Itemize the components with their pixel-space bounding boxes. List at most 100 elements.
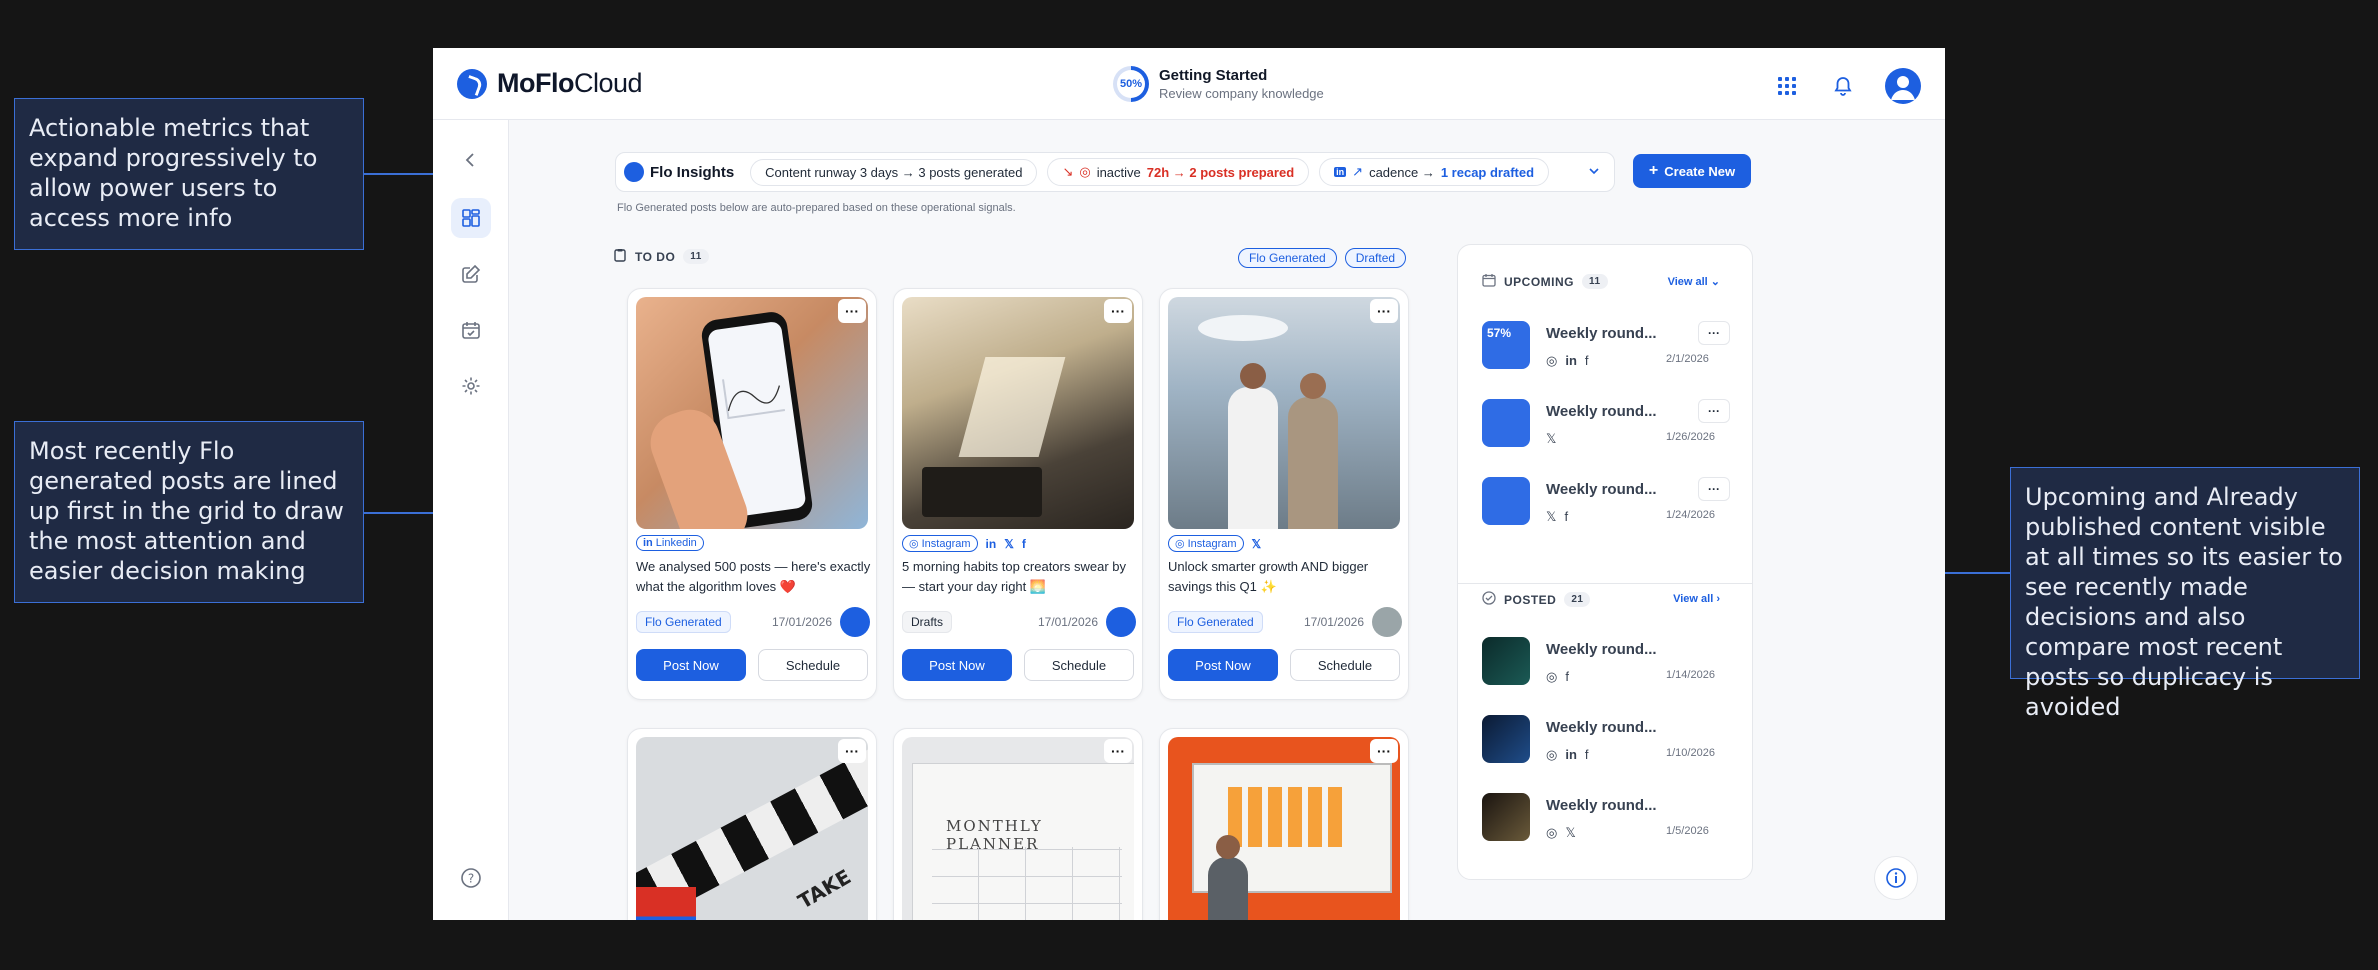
brand-name: MoFloCloud — [497, 68, 643, 98]
create-new-button[interactable]: + Create New — [1633, 154, 1751, 188]
chevron-down-icon[interactable] — [1588, 165, 1600, 180]
card-caption: We analysed 500 posts — here's exactly w… — [636, 559, 871, 594]
insight-chip-cadence[interactable]: in ↗ cadence → 1 recap drafted — [1319, 158, 1550, 186]
getting-started-progress[interactable]: 50% Getting Started Review company knowl… — [1113, 66, 1324, 102]
card-more-button[interactable]: ··· — [1370, 299, 1398, 323]
posted-item[interactable]: Weekly round... ◎ in f 1/10/2026 — [1482, 715, 1734, 775]
upcoming-view-all[interactable]: View all ⌄ — [1668, 275, 1720, 288]
post-card[interactable]: MONTHLY PLANNER ··· — [893, 728, 1143, 920]
filter-tags: Flo Generated Drafted — [1238, 248, 1407, 268]
upcoming-title: Weekly round... — [1546, 481, 1657, 498]
post-image-clapperboard: TAKE — [636, 737, 868, 920]
linkedin-icon: in — [1565, 353, 1577, 368]
posted-item[interactable]: Weekly round... ◎ f 1/14/2026 — [1482, 637, 1734, 697]
facebook-icon: f — [1584, 353, 1589, 368]
linkedin-icon: in — [643, 537, 653, 549]
panel-divider — [1458, 583, 1752, 584]
post-card[interactable]: ··· ◎ Instagram in 𝕏 f 5 morning habits t… — [893, 288, 1143, 700]
instagram-icon: ◎ — [1546, 669, 1558, 684]
help-icon[interactable]: ? — [451, 858, 491, 898]
upcoming-item[interactable]: 57% Weekly round... ◎ in f 2/1/2026 ··· — [1482, 321, 1734, 381]
info-icon[interactable] — [1874, 856, 1918, 900]
gear-icon[interactable] — [451, 366, 491, 406]
logo[interactable]: MoFloCloud — [457, 68, 643, 99]
upcoming-item[interactable]: Weekly round... 𝕏f 1/24/2026 ··· — [1482, 477, 1734, 537]
schedule-button[interactable]: Schedule — [758, 649, 868, 681]
posted-date: 1/5/2026 — [1666, 825, 1709, 837]
status-badge: Flo Generated — [636, 611, 731, 633]
card-actions: Post Now Schedule — [902, 649, 1134, 681]
plus-icon: + — [1648, 162, 1659, 179]
grid-icon[interactable] — [1773, 72, 1801, 100]
avatar — [840, 607, 870, 637]
card-meta: Flo Generated 17/01/2026 — [636, 607, 870, 637]
flo-logo-icon — [624, 162, 644, 182]
flo-insights-title: Flo Insights — [624, 162, 734, 182]
bell-icon[interactable] — [1829, 72, 1857, 100]
card-date: 17/01/2026 — [771, 615, 832, 629]
schedule-button[interactable]: Schedule — [1024, 649, 1134, 681]
posted-date: 1/10/2026 — [1666, 747, 1715, 759]
x-icon: 𝕏 — [1004, 536, 1014, 551]
upcoming-count: 11 — [1582, 274, 1608, 289]
posted-platforms: ◎ f — [1546, 669, 1569, 685]
insights-note: Flo Generated posts below are auto-prepa… — [617, 202, 1016, 214]
card-more-button[interactable]: ··· — [1104, 739, 1132, 763]
insight-chip-runway[interactable]: Content runway 3 days → 3 posts generate… — [750, 158, 1038, 186]
platform-chip-instagram: ◎ Instagram — [1168, 535, 1244, 552]
posted-item[interactable]: Weekly round... ◎ 𝕏 1/5/2026 — [1482, 793, 1734, 853]
post-card[interactable]: TAKE ··· — [627, 728, 877, 920]
card-more-button[interactable]: ··· — [838, 739, 866, 763]
user-avatar-icon[interactable] — [1885, 68, 1921, 104]
flo-insights-bar[interactable]: Flo Insights Content runway 3 days → 3 p… — [615, 152, 1615, 192]
card-more-button[interactable]: ··· — [1104, 299, 1132, 323]
filter-drafted[interactable]: Drafted — [1344, 248, 1407, 268]
annotation-metrics: Actionable metrics that expand progressi… — [14, 98, 364, 250]
insight-chip-inactive[interactable]: ↘ ◎ inactive 72h → 2 posts prepared — [1047, 158, 1310, 186]
card-caption: 5 morning habits top creators swear by —… — [902, 559, 1126, 594]
filter-flo-generated[interactable]: Flo Generated — [1238, 248, 1337, 268]
avatar — [1372, 607, 1402, 637]
schedule-button[interactable]: Schedule — [1290, 649, 1400, 681]
card-more-button[interactable]: ··· — [1370, 739, 1398, 763]
card-actions: Post Now Schedule — [636, 649, 868, 681]
linkedin-icon: in — [985, 536, 997, 551]
thumbnail-stat: 57% — [1487, 326, 1512, 340]
posted-title: Weekly round... — [1546, 641, 1657, 658]
card-more-button[interactable]: ··· — [838, 299, 866, 323]
clipboard-icon — [613, 248, 627, 265]
post-card[interactable]: ··· ◎ Instagram 𝕏 Unlock smarter growth A… — [1159, 288, 1409, 700]
x-icon: 𝕏 — [1251, 536, 1262, 551]
post-card[interactable]: ··· in Linkedin We analysed 500 posts — h… — [627, 288, 877, 700]
x-icon: 𝕏 — [1546, 431, 1557, 446]
x-icon: 𝕏 — [1565, 825, 1576, 840]
upcoming-thumbnail — [1482, 477, 1530, 525]
calendar-icon[interactable] — [451, 310, 491, 350]
logo-icon — [457, 68, 487, 99]
app-window: MoFloCloud 50% Getting Started Review co… — [433, 48, 1945, 920]
upcoming-platforms: 𝕏f — [1546, 509, 1568, 525]
edit-icon[interactable] — [451, 254, 491, 294]
post-image-phone — [636, 297, 868, 529]
upcoming-more-button[interactable]: ··· — [1698, 321, 1730, 345]
todo-count: 11 — [683, 249, 709, 264]
post-card[interactable]: ··· — [1159, 728, 1409, 920]
post-image-office-celebration — [1168, 297, 1400, 529]
todo-header: TO DO 11 — [613, 248, 709, 265]
upcoming-item[interactable]: Weekly round... 𝕏 1/26/2026 ··· — [1482, 399, 1734, 459]
card-meta: Flo Generated 17/01/2026 — [1168, 607, 1402, 637]
facebook-icon: f — [1565, 669, 1569, 684]
upcoming-more-button[interactable]: ··· — [1698, 477, 1730, 501]
chevron-down-icon: ⌄ — [1710, 276, 1720, 288]
upcoming-more-button[interactable]: ··· — [1698, 399, 1730, 423]
post-now-button[interactable]: Post Now — [1168, 649, 1278, 681]
posted-view-all[interactable]: View all › — [1673, 593, 1720, 605]
post-image-planner: MONTHLY PLANNER — [902, 737, 1134, 920]
dashboard-icon[interactable] — [451, 198, 491, 238]
linkedin-icon: in — [1334, 167, 1347, 177]
card-actions: Post Now Schedule — [1168, 649, 1400, 681]
post-now-button[interactable]: Post Now — [902, 649, 1012, 681]
post-now-button[interactable]: Post Now — [636, 649, 746, 681]
posted-platforms: ◎ in f — [1546, 747, 1589, 763]
chevron-left-icon[interactable] — [451, 140, 491, 180]
